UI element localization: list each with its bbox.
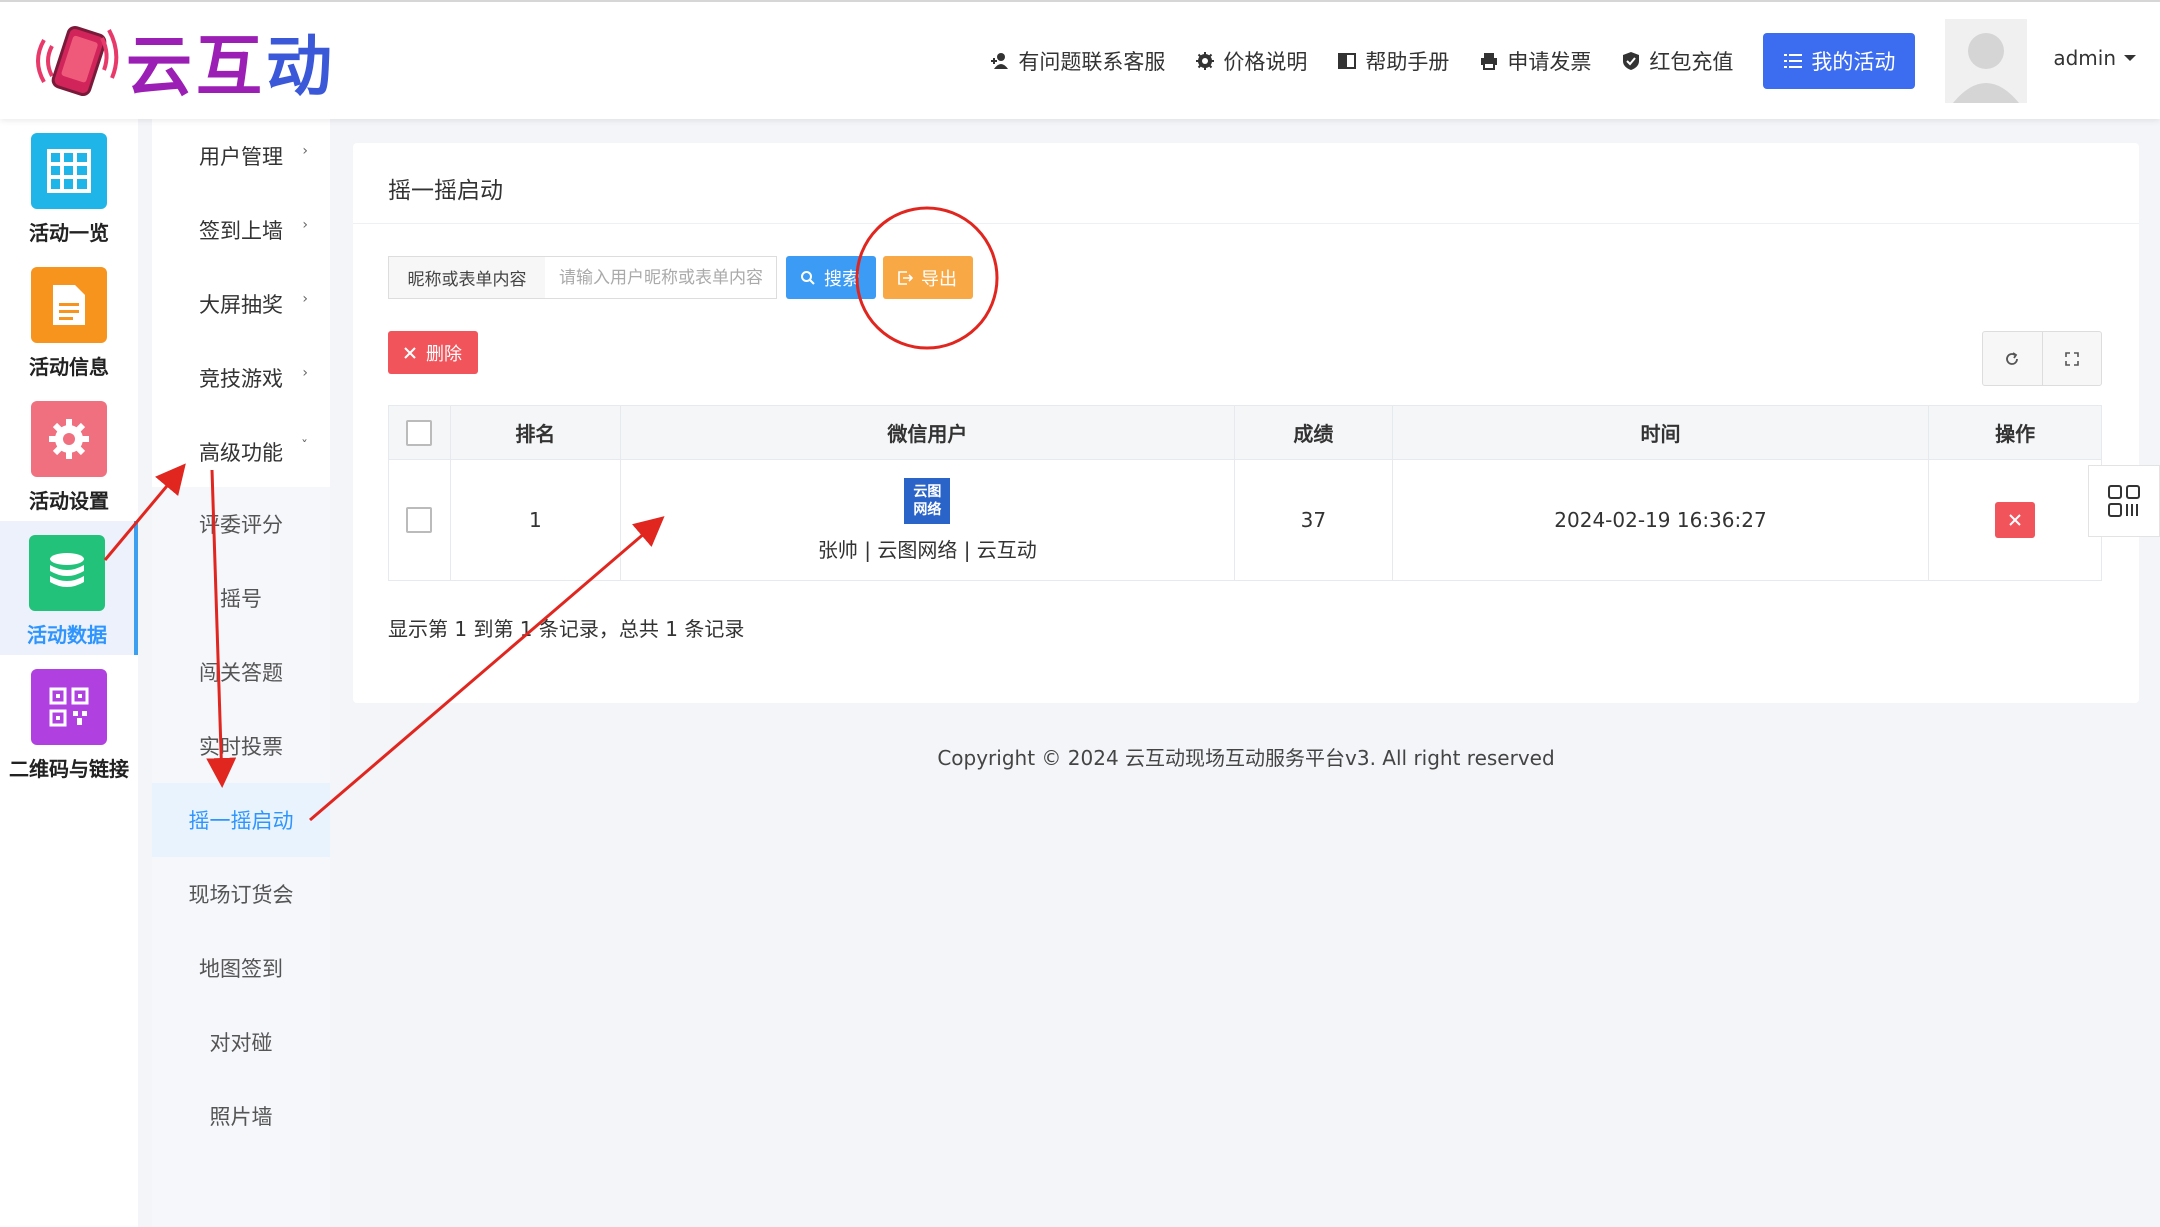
grid-icon bbox=[31, 133, 107, 209]
column-header-score[interactable]: 成绩 bbox=[1235, 406, 1393, 459]
submenu-map-checkin[interactable]: 地图签到 bbox=[152, 931, 330, 1005]
submenu-number-draw[interactable]: 摇号 bbox=[152, 561, 330, 635]
export-button[interactable]: 导出 bbox=[883, 256, 973, 299]
column-header-time[interactable]: 时间 bbox=[1393, 406, 1930, 459]
list-icon bbox=[1784, 53, 1803, 68]
fullscreen-button[interactable] bbox=[2041, 332, 2101, 385]
column-header-rank[interactable]: 排名 bbox=[451, 406, 621, 459]
printer-icon bbox=[1481, 52, 1498, 70]
user-avatar: 云图 网络 bbox=[904, 477, 951, 524]
refresh-icon bbox=[2006, 351, 2019, 365]
gear-icon bbox=[1196, 51, 1215, 70]
divider bbox=[353, 223, 2139, 224]
close-icon bbox=[2009, 514, 2021, 526]
chevron-right-icon: › bbox=[302, 365, 308, 381]
export-icon bbox=[898, 270, 913, 285]
chevron-down-icon: ˇ bbox=[301, 439, 308, 455]
table-header: 排名 微信用户 成绩 时间 操作 bbox=[389, 406, 2101, 460]
submenu-games[interactable]: 竞技游戏 › bbox=[152, 341, 330, 415]
header-checkbox-cell bbox=[389, 406, 451, 459]
qrcode-icon bbox=[31, 669, 107, 745]
user-avatar-icon bbox=[1945, 18, 2028, 103]
row-checkbox[interactable] bbox=[406, 507, 433, 533]
pagination-info: 显示第 1 到第 1 条记录，总共 1 条记录 bbox=[388, 617, 745, 641]
content-panel: 摇一摇启动 昵称或表单内容 搜索 导出 删除 排名 微信用户 成绩 时间 操作 bbox=[353, 143, 2139, 703]
user-name: 张帅 | 云图网络 | 云互动 bbox=[817, 537, 1037, 562]
qrcode-icon bbox=[2108, 485, 2140, 517]
invoice-link[interactable]: 申请发票 bbox=[1479, 46, 1591, 76]
icon-sidebar: 活动一览 活动信息 活动设置 活动数据 二维码与链接 bbox=[0, 119, 138, 1227]
column-header-user[interactable]: 微信用户 bbox=[621, 406, 1235, 459]
score-cell: 37 bbox=[1235, 460, 1393, 580]
avatar[interactable] bbox=[1945, 18, 2028, 103]
submenu-judge-score[interactable]: 评委评分 bbox=[152, 487, 330, 561]
submenu-match-pairs[interactable]: 对对碰 bbox=[152, 1005, 330, 1079]
top-nav: 有问题联系客服 价格说明 帮助手册 申请发票 红包充值 我的活动 admin bbox=[960, 2, 2136, 119]
pricing-link[interactable]: 价格说明 bbox=[1195, 46, 1307, 76]
my-activity-button[interactable]: 我的活动 bbox=[1763, 32, 1916, 89]
submenu-lottery[interactable]: 大屏抽奖 › bbox=[152, 267, 330, 341]
close-icon bbox=[404, 346, 416, 359]
page-title: 摇一摇启动 bbox=[388, 178, 503, 204]
delete-button[interactable]: 删除 bbox=[388, 331, 478, 374]
shield-check-icon bbox=[1623, 51, 1640, 70]
sidebar-item-overview[interactable]: 活动一览 bbox=[0, 119, 138, 253]
chevron-right-icon: › bbox=[302, 217, 308, 233]
logo[interactable]: 云互动 bbox=[30, 16, 336, 106]
sidebar-item-data[interactable]: 活动数据 bbox=[0, 521, 138, 655]
book-icon bbox=[1338, 52, 1357, 69]
submenu-order-fair[interactable]: 现场订货会 bbox=[152, 857, 330, 931]
search-button[interactable]: 搜索 bbox=[786, 256, 876, 299]
rank-cell: 1 bbox=[451, 460, 621, 580]
select-all-checkbox[interactable] bbox=[406, 419, 433, 446]
search-label: 昵称或表单内容 bbox=[388, 256, 546, 299]
submenu-quiz[interactable]: 闯关答题 bbox=[152, 635, 330, 709]
table-row: 1 云图 网络 张帅 | 云图网络 | 云互动 37 2024-02-19 16… bbox=[389, 460, 2101, 580]
time-cell: 2024-02-19 16:36:27 bbox=[1393, 460, 1930, 580]
search-icon bbox=[801, 270, 815, 285]
footer: Copyright © 2024 云互动现场互动服务平台v3. All righ… bbox=[937, 746, 1555, 770]
logo-text: 云互动 bbox=[126, 28, 336, 105]
submenu-shake-start[interactable]: 摇一摇启动 bbox=[152, 783, 330, 857]
search-input[interactable] bbox=[545, 256, 777, 299]
row-checkbox-cell bbox=[389, 460, 451, 580]
help-manual-link[interactable]: 帮助手册 bbox=[1337, 46, 1449, 76]
sidebar-item-info[interactable]: 活动信息 bbox=[0, 253, 138, 387]
contact-support-link[interactable]: 有问题联系客服 bbox=[990, 46, 1165, 76]
chevron-right-icon: › bbox=[302, 291, 308, 307]
add-user-icon bbox=[991, 52, 1009, 69]
submenu-live-vote[interactable]: 实时投票 bbox=[152, 709, 330, 783]
action-cell bbox=[1929, 460, 2101, 580]
submenu-photo-wall[interactable]: 照片墙 bbox=[152, 1079, 330, 1153]
user-cell: 云图 网络 张帅 | 云图网络 | 云互动 bbox=[621, 460, 1235, 580]
gear-icon bbox=[31, 401, 107, 477]
submenu-checkin-wall[interactable]: 签到上墙 › bbox=[152, 193, 330, 267]
ranking-table: 排名 微信用户 成绩 时间 操作 1 云图 网络 张帅 | 云图网络 | 云互动… bbox=[388, 405, 2102, 581]
document-icon bbox=[31, 267, 107, 343]
caret-down-icon bbox=[2124, 54, 2136, 61]
sidebar-item-qrcode[interactable]: 二维码与链接 bbox=[0, 655, 138, 789]
top-header: 云互动 有问题联系客服 价格说明 帮助手册 申请发票 红包充值 我的活动 adm… bbox=[0, 0, 2160, 119]
sidebar-item-settings[interactable]: 活动设置 bbox=[0, 387, 138, 521]
qrcode-float-button[interactable] bbox=[2088, 465, 2160, 537]
phone-logo-icon bbox=[30, 16, 120, 106]
refresh-button[interactable] bbox=[1983, 332, 2042, 385]
row-delete-button[interactable] bbox=[1995, 502, 2036, 538]
submenu-advanced[interactable]: 高级功能 ˇ bbox=[152, 415, 330, 489]
column-header-action: 操作 bbox=[1995, 422, 2036, 446]
chevron-right-icon: › bbox=[302, 143, 308, 159]
sub-menu: 用户管理 › 签到上墙 › 大屏抽奖 › 竞技游戏 › 高级功能 ˇ 评委评分 摇号 闯关… bbox=[152, 119, 330, 1227]
user-menu[interactable]: admin bbox=[2053, 46, 2136, 70]
table-toolbar bbox=[1982, 331, 2102, 386]
database-icon bbox=[29, 535, 105, 611]
submenu-advanced-children: 评委评分 摇号 闯关答题 实时投票 摇一摇启动 现场订货会 地图签到 对对碰 照… bbox=[152, 487, 330, 1227]
recharge-link[interactable]: 红包充值 bbox=[1621, 46, 1733, 76]
fullscreen-icon bbox=[2065, 351, 2079, 366]
submenu-user-management[interactable]: 用户管理 › bbox=[152, 119, 330, 193]
